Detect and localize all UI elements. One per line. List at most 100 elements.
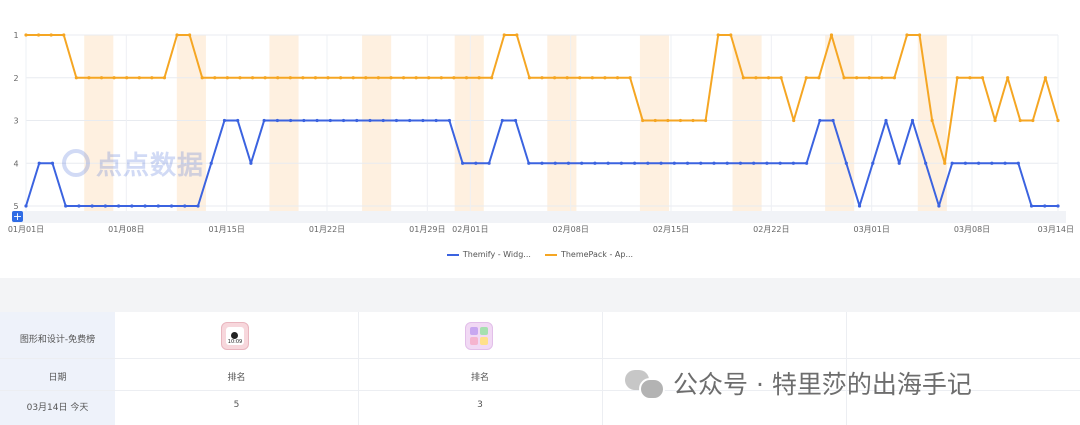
series-point-0[interactable]	[90, 204, 94, 208]
series-point-1[interactable]	[892, 76, 896, 80]
series-point-0[interactable]	[765, 161, 769, 165]
series-point-0[interactable]	[262, 118, 266, 123]
series-point-0[interactable]	[805, 161, 809, 165]
series-point-0[interactable]	[699, 161, 703, 165]
series-point-0[interactable]	[487, 161, 491, 165]
series-point-1[interactable]	[87, 76, 91, 80]
series-point-1[interactable]	[943, 161, 947, 165]
series-point-0[interactable]	[289, 118, 293, 123]
series-point-0[interactable]	[606, 161, 610, 165]
series-point-1[interactable]	[225, 76, 229, 80]
series-point-1[interactable]	[452, 76, 456, 80]
series-point-1[interactable]	[917, 33, 922, 37]
series-point-1[interactable]	[515, 33, 519, 37]
legend-item-0[interactable]: Themify - Widg...	[446, 250, 531, 259]
series-point-1[interactable]	[792, 118, 796, 123]
series-point-1[interactable]	[603, 76, 607, 80]
series-point-1[interactable]	[590, 76, 594, 80]
series-point-0[interactable]	[461, 161, 465, 165]
series-point-0[interactable]	[924, 161, 928, 165]
series-point-0[interactable]	[302, 118, 306, 123]
series-point-0[interactable]	[963, 161, 967, 165]
series-point-1[interactable]	[99, 76, 104, 80]
series-point-0[interactable]	[910, 118, 915, 123]
themify-app-icon[interactable]: 10:09	[221, 322, 249, 350]
series-point-1[interactable]	[817, 76, 821, 80]
series-point-1[interactable]	[401, 76, 406, 80]
series-point-1[interactable]	[804, 76, 808, 80]
series-point-1[interactable]	[527, 76, 532, 80]
series-point-0[interactable]	[143, 204, 147, 208]
series-point-0[interactable]	[341, 118, 346, 123]
series-point-0[interactable]	[844, 161, 848, 165]
series-point-1[interactable]	[150, 76, 154, 80]
series-point-1[interactable]	[653, 118, 657, 123]
series-point-1[interactable]	[1006, 76, 1010, 80]
series-point-1[interactable]	[62, 33, 66, 37]
series-point-0[interactable]	[990, 161, 994, 165]
series-point-1[interactable]	[691, 118, 695, 123]
series-point-0[interactable]	[24, 204, 28, 208]
series-point-1[interactable]	[754, 76, 758, 80]
series-point-0[interactable]	[355, 118, 359, 123]
series-point-0[interactable]	[77, 204, 81, 208]
series-point-0[interactable]	[1056, 204, 1060, 208]
series-point-0[interactable]	[474, 161, 478, 165]
series-point-0[interactable]	[725, 161, 729, 165]
series-point-0[interactable]	[1016, 161, 1020, 165]
series-point-0[interactable]	[37, 161, 41, 165]
series-point-0[interactable]	[196, 204, 200, 208]
series-point-1[interactable]	[615, 76, 620, 80]
series-point-0[interactable]	[857, 204, 862, 208]
series-point-0[interactable]	[381, 118, 385, 123]
series-point-0[interactable]	[275, 118, 279, 123]
series-point-0[interactable]	[183, 204, 187, 208]
series-point-1[interactable]	[993, 118, 997, 123]
series-point-0[interactable]	[1043, 204, 1047, 208]
series-point-1[interactable]	[313, 76, 318, 80]
series-point-1[interactable]	[200, 76, 204, 80]
series-point-0[interactable]	[236, 118, 240, 123]
series-point-0[interactable]	[368, 118, 372, 123]
series-point-1[interactable]	[867, 76, 871, 80]
series-point-1[interactable]	[955, 76, 959, 80]
series-point-1[interactable]	[980, 76, 985, 80]
series-point-1[interactable]	[855, 76, 859, 80]
series-point-0[interactable]	[553, 161, 557, 165]
series-point-1[interactable]	[552, 76, 557, 80]
series-point-1[interactable]	[439, 76, 443, 80]
series-point-1[interactable]	[502, 33, 506, 37]
series-point-1[interactable]	[339, 76, 343, 80]
series-point-0[interactable]	[897, 161, 901, 165]
series-point-1[interactable]	[880, 76, 884, 80]
series-point-0[interactable]	[672, 161, 676, 165]
series-point-0[interactable]	[103, 204, 107, 208]
series-point-0[interactable]	[222, 118, 227, 123]
series-point-0[interactable]	[513, 118, 518, 123]
series-point-0[interactable]	[646, 161, 650, 165]
series-point-1[interactable]	[968, 76, 972, 80]
series-point-0[interactable]	[169, 204, 174, 208]
series-point-1[interactable]	[162, 76, 167, 80]
series-point-1[interactable]	[464, 76, 469, 80]
series-point-0[interactable]	[394, 118, 399, 123]
series-point-1[interactable]	[238, 76, 242, 80]
series-point-0[interactable]	[633, 161, 637, 165]
series-point-0[interactable]	[527, 161, 531, 165]
series-point-1[interactable]	[540, 76, 544, 80]
series-point-1[interactable]	[930, 118, 934, 123]
series-point-1[interactable]	[263, 76, 267, 80]
series-point-1[interactable]	[779, 76, 783, 80]
series-point-1[interactable]	[188, 33, 192, 37]
series-point-1[interactable]	[137, 76, 141, 80]
series-point-1[interactable]	[36, 33, 41, 37]
series-point-0[interactable]	[1029, 204, 1034, 208]
series-point-1[interactable]	[213, 76, 217, 80]
series-point-0[interactable]	[738, 161, 743, 165]
series-point-0[interactable]	[1003, 161, 1007, 165]
series-point-1[interactable]	[301, 76, 305, 80]
series-point-1[interactable]	[326, 76, 330, 80]
series-point-1[interactable]	[905, 33, 909, 37]
series-point-0[interactable]	[156, 204, 160, 208]
series-point-1[interactable]	[389, 76, 393, 80]
